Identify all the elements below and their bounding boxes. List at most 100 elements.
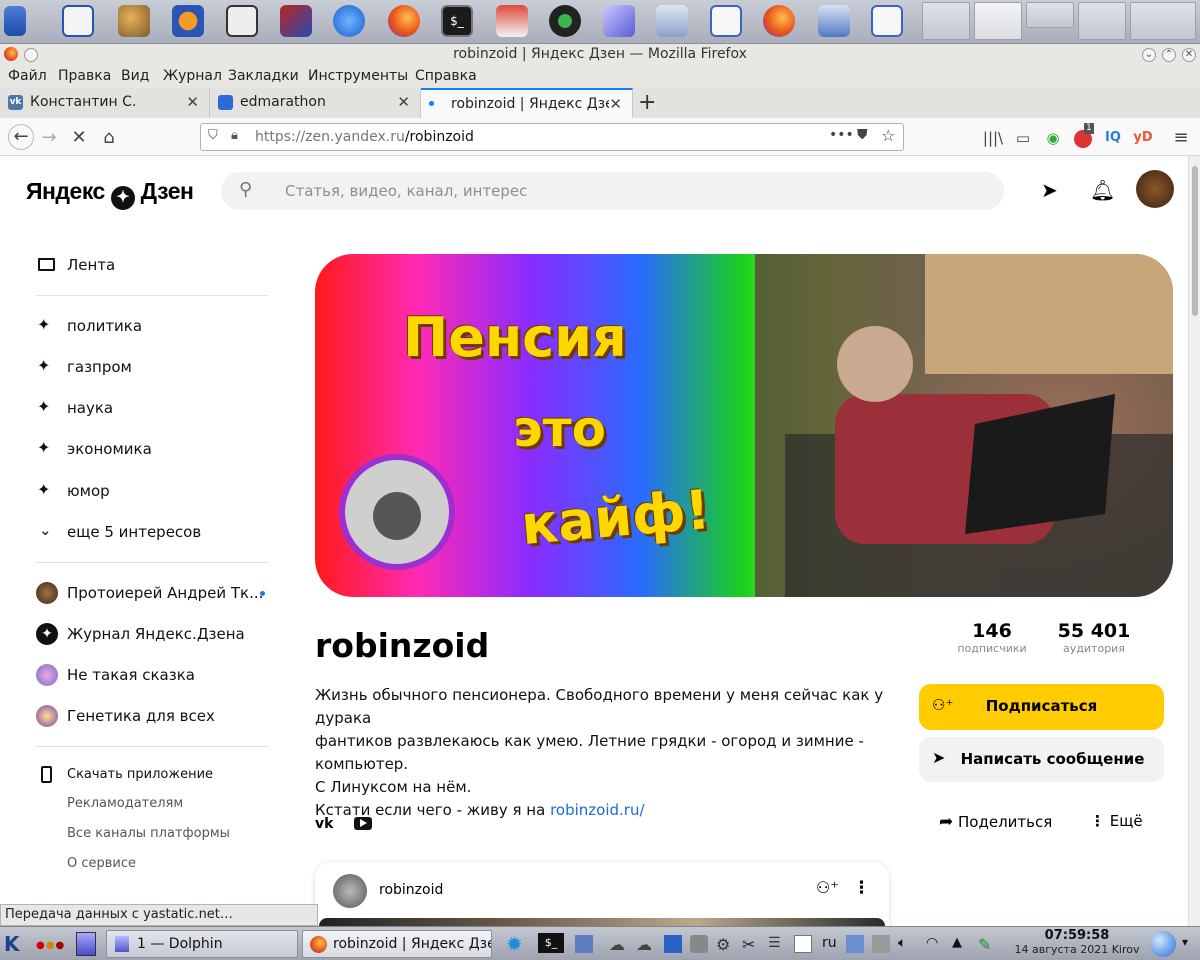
screen-tray-icon[interactable] <box>575 935 593 953</box>
search-input[interactable] <box>285 180 965 202</box>
text-editor-launcher-icon[interactable] <box>62 5 94 37</box>
user-avatar[interactable] <box>1136 170 1174 208</box>
footer-link-all-channels[interactable]: Все каналы платформы <box>67 826 230 841</box>
file-manager-launcher-icon[interactable] <box>4 6 26 36</box>
extension-green-icon[interactable]: ◉ <box>1042 127 1064 149</box>
tab-robinzoid[interactable]: robinzoid | Яндекс Дзен ✕ <box>421 88 633 118</box>
bluetooth-tray-icon[interactable] <box>664 935 682 953</box>
scrollbar-thumb[interactable] <box>1192 166 1198 316</box>
notes-launcher-icon[interactable] <box>710 5 742 37</box>
menu-view[interactable]: Вид <box>121 68 149 84</box>
weather-globe-icon[interactable] <box>1150 931 1176 957</box>
more-button[interactable]: ⋮ Ещё <box>1090 812 1143 830</box>
panel-window-thumb-1[interactable] <box>922 2 970 40</box>
firefox-launcher-icon[interactable] <box>388 5 420 37</box>
package-manager-launcher-icon[interactable] <box>496 5 528 37</box>
gimp-launcher-icon[interactable] <box>118 5 150 37</box>
website-link[interactable]: robinzoid.ru/ <box>550 801 644 819</box>
subscribe-author-icon[interactable]: ⚇⁺ <box>816 878 839 897</box>
pager-icon[interactable] <box>76 932 96 956</box>
lock-icon[interactable]: 🔒︎ <box>231 128 238 143</box>
menu-tools[interactable]: Инструменты <box>308 68 408 84</box>
panel-window-thumb-4[interactable] <box>1078 2 1126 40</box>
notes-tray-icon[interactable]: ☰ <box>768 935 786 953</box>
panel-window-thumb-5[interactable] <box>1130 2 1196 40</box>
printer-tray-icon[interactable] <box>872 935 890 953</box>
subscribe-button[interactable]: ⚇⁺ Подписаться <box>919 684 1164 730</box>
page-actions-icon[interactable]: ••• <box>829 127 854 143</box>
youtube-icon[interactable] <box>354 817 372 830</box>
hamburger-menu-icon[interactable]: ≡ <box>1170 127 1192 149</box>
task-firefox[interactable]: robinzoid | Яндекс Дзен <box>302 930 492 958</box>
drive-tray-icon[interactable] <box>690 935 708 953</box>
speaker-tray-icon[interactable]: 🔈︎ <box>898 935 916 953</box>
write-message-button[interactable]: ➤ Написать сообщение <box>919 737 1164 782</box>
audacity-launcher-icon[interactable] <box>172 5 204 37</box>
minimize-icon[interactable]: ⌄ <box>1142 48 1156 62</box>
close-tab-icon[interactable]: ✕ <box>609 95 622 113</box>
menu-file[interactable]: Файл <box>8 68 47 84</box>
clock[interactable]: 07:59:58 14 августа 2021 Kirov <box>1012 928 1142 956</box>
page-scrollbar[interactable] <box>1188 156 1200 926</box>
scissors-tray-icon[interactable]: ✂ <box>742 935 760 954</box>
menu-help[interactable]: Справка <box>415 68 477 84</box>
dropdown-caret-icon[interactable]: ▾ <box>1182 935 1188 949</box>
stop-loading-icon[interactable]: ✕ <box>68 127 90 149</box>
send-message-icon[interactable]: ➤ <box>1041 178 1058 202</box>
cube-launcher-icon[interactable] <box>603 5 635 37</box>
yandex-zen-logo[interactable]: Яндекс ✦ Дзен <box>26 178 194 210</box>
close-tab-icon[interactable]: ✕ <box>186 93 199 111</box>
firefox-launcher-2-icon[interactable] <box>763 5 795 37</box>
iq-extension-icon[interactable]: IQ <box>1102 127 1124 149</box>
footer-link-about[interactable]: О сервисе <box>67 856 136 871</box>
sidebar-icon[interactable]: ▭ <box>1012 127 1034 149</box>
post-menu-icon[interactable]: ⋮ <box>853 878 870 898</box>
panel-window-thumb-firefox[interactable] <box>974 2 1022 40</box>
close-window-icon[interactable]: ✕ <box>1182 48 1196 62</box>
forward-arrow-icon[interactable]: → <box>38 127 60 149</box>
bookmark-star-icon[interactable]: ☆ <box>881 126 895 145</box>
disk-launcher-icon[interactable] <box>549 5 581 37</box>
edit-tray-icon[interactable]: ✎ <box>978 935 996 954</box>
menu-history[interactable]: Журнал <box>163 68 222 84</box>
menu-edit[interactable]: Правка <box>58 68 111 84</box>
share-button[interactable]: ➦ Поделиться <box>939 812 1052 832</box>
abp-extension-icon[interactable]: 1 <box>1072 123 1094 149</box>
satellite-launcher-icon[interactable] <box>280 5 312 37</box>
weather-tray-icon[interactable]: ☁ <box>636 935 654 954</box>
video-editor-launcher-icon[interactable] <box>226 5 258 37</box>
updates-tray-icon[interactable]: ▲ <box>952 935 970 953</box>
media-player-launcher-icon[interactable] <box>333 5 365 37</box>
post-card[interactable]: robinzoid ⚇⁺ ⋮ <box>315 862 889 926</box>
wifi-tray-icon[interactable]: ◠ <box>926 935 944 953</box>
pocket-icon[interactable]: ⛊ <box>857 127 868 143</box>
home-icon[interactable]: ⌂ <box>98 127 120 149</box>
settings-tray-icon[interactable]: ⚙ <box>716 935 734 954</box>
task-dolphin[interactable]: 1 — Dolphin <box>106 930 298 958</box>
back-arrow-icon[interactable]: ← <box>8 124 34 150</box>
close-tab-icon[interactable]: ✕ <box>397 93 410 111</box>
network-tray-icon[interactable] <box>846 935 864 953</box>
terminal-tray-icon[interactable]: $_ <box>538 933 564 953</box>
sidebar-channel[interactable]: Протоиерей Андрей Тк... <box>36 582 268 606</box>
monitor-launcher-icon[interactable] <box>818 5 850 37</box>
terminal-launcher-icon[interactable]: $_ <box>441 5 473 37</box>
tab-edmarathon[interactable]: edmarathon ✕ <box>210 88 421 118</box>
address-bar[interactable]: ⛉ 🔒︎ https://zen.yandex.ru/robinzoid •••… <box>200 123 904 151</box>
panel-window-thumb-3[interactable] <box>1026 2 1074 28</box>
tracking-shield-icon[interactable]: ⛉ <box>208 128 218 143</box>
yandex-disk-extension-icon[interactable]: yD <box>1132 127 1154 149</box>
keyboard-layout-indicator[interactable]: ru <box>822 935 837 951</box>
cloud-tray-icon[interactable]: ☁ <box>609 935 627 954</box>
volume-launcher-icon[interactable] <box>656 5 688 37</box>
library-icon[interactable]: |||\ <box>982 127 1004 149</box>
tab-vk[interactable]: vk Константин С. ✕ <box>0 88 210 118</box>
vk-social-icon[interactable]: vk <box>315 816 333 832</box>
menu-bookmarks[interactable]: Закладки <box>228 68 299 84</box>
maximize-icon[interactable]: ⌃ <box>1162 48 1176 62</box>
new-tab-icon[interactable]: + <box>638 90 656 115</box>
footer-link-advertisers[interactable]: Рекламодателям <box>67 796 183 811</box>
editor-launcher-icon[interactable] <box>871 5 903 37</box>
notifications-bell-icon[interactable]: 🔔︎ <box>1090 178 1115 202</box>
kde-menu-icon[interactable]: K <box>4 932 20 956</box>
